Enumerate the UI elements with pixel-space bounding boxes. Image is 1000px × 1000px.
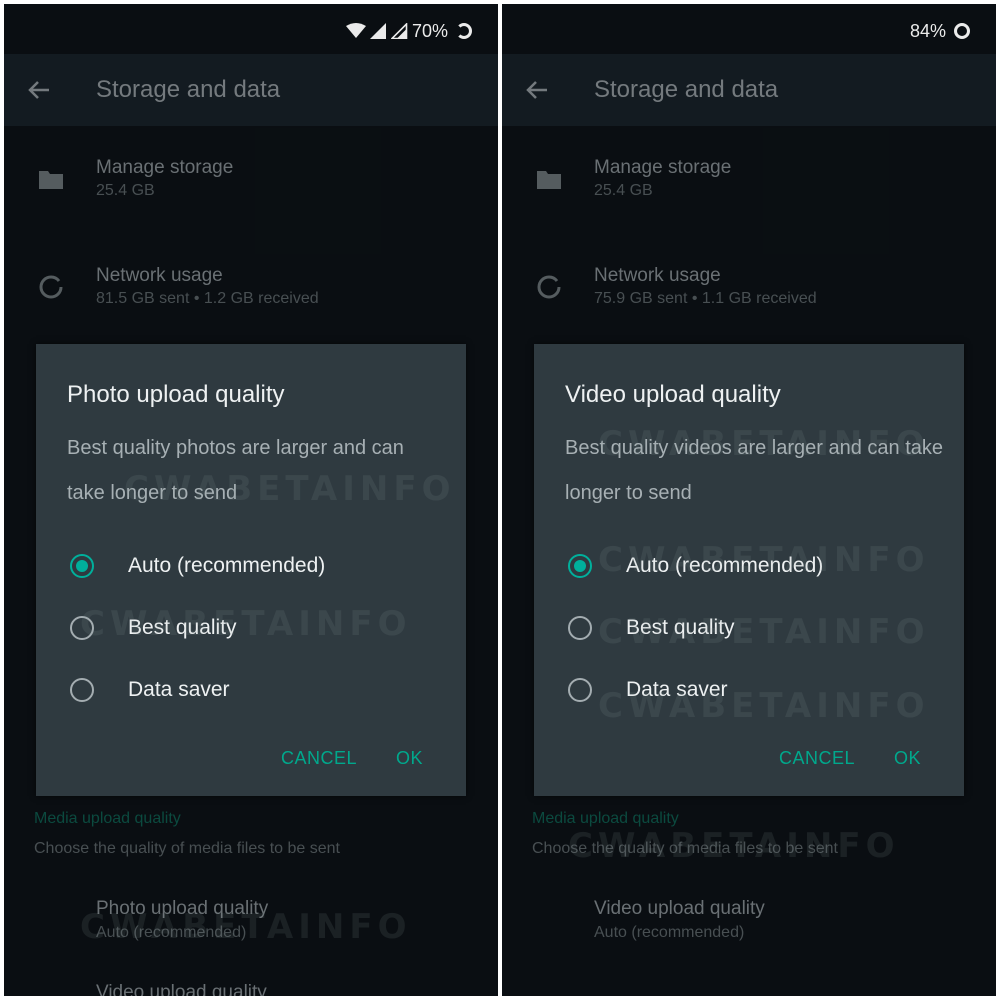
option-data-saver[interactable]: Data saver	[564, 670, 944, 710]
option-label: Data saver	[626, 678, 728, 701]
dialog-title: Video upload quality	[565, 381, 781, 408]
radio-unchecked-icon[interactable]	[568, 616, 592, 640]
option-label: Auto (recommended)	[128, 554, 326, 577]
option-label: Best quality	[626, 616, 735, 639]
option-label: Best quality	[128, 616, 237, 639]
cancel-button[interactable]: CANCEL	[281, 748, 357, 769]
option-label: Data saver	[128, 678, 230, 701]
right-screenshot: 84% Storage and data Manage storage 25.4…	[502, 4, 996, 996]
dialog-title: Photo upload quality	[67, 381, 285, 408]
cancel-button[interactable]: CANCEL	[779, 748, 855, 769]
dialog-message: Best quality videos are larger and can t…	[565, 437, 943, 504]
option-auto[interactable]: Auto (recommended)	[564, 546, 944, 586]
radio-checked-icon[interactable]	[568, 554, 592, 578]
ok-button[interactable]: OK	[894, 748, 921, 769]
dialog-message: Best quality photos are larger and can t…	[67, 437, 404, 504]
option-label: Auto (recommended)	[626, 554, 824, 577]
video-upload-quality-dialog: Video upload quality Best quality videos…	[534, 344, 964, 796]
option-best-quality[interactable]: Best quality	[66, 608, 446, 648]
photo-upload-quality-dialog: Photo upload quality Best quality photos…	[36, 344, 466, 796]
radio-unchecked-icon[interactable]	[70, 678, 94, 702]
option-data-saver[interactable]: Data saver	[66, 670, 446, 710]
ok-button[interactable]: OK	[396, 748, 423, 769]
radio-checked-icon[interactable]	[70, 554, 94, 578]
radio-unchecked-icon[interactable]	[568, 678, 592, 702]
left-screenshot: 70% Storage and data Manage storage 25.4…	[4, 4, 498, 996]
radio-unchecked-icon[interactable]	[70, 616, 94, 640]
option-auto[interactable]: Auto (recommended)	[66, 546, 446, 586]
option-best-quality[interactable]: Best quality	[564, 608, 944, 648]
